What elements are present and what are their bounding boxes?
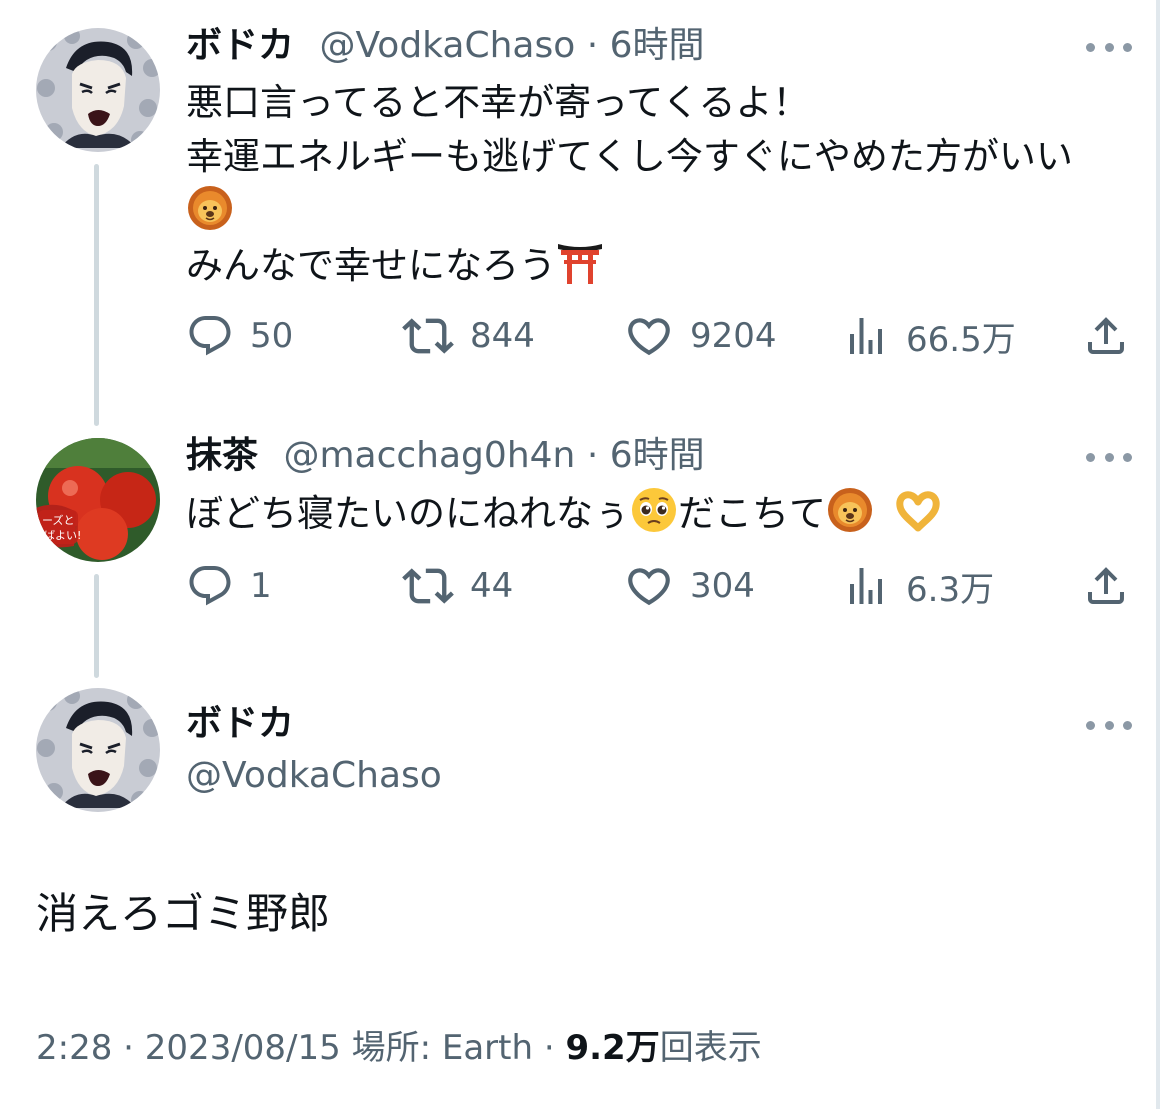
tweet-1-text: 悪口言ってると不幸が寄ってくるよ！ 幸運エネルギーも逃げてくし今すぐにやめた方が… (186, 76, 1073, 293)
tweet-text-span: だこちて (678, 492, 826, 535)
tweet-author-name[interactable]: 抹茶 (186, 435, 258, 476)
lion-emoji-icon (826, 486, 874, 534)
views-label: 回表示 (659, 1028, 762, 1068)
avatar-vodka[interactable] (36, 28, 160, 152)
tweet-time[interactable]: 6時間 (610, 435, 705, 476)
torii-emoji-icon (556, 238, 604, 286)
main-tweet-text: 消えろゴミ野郎 (36, 889, 331, 938)
heart-hands-emoji-icon (892, 486, 944, 534)
avatar-matcha[interactable] (36, 438, 160, 562)
pleading-face-emoji-icon (630, 486, 678, 534)
thread-line (94, 164, 99, 426)
separator: · (123, 1028, 134, 1068)
tweet-1-actions: 50 844 9204 66.5万 (186, 308, 1136, 364)
views-count: 66.5万 (906, 319, 1016, 360)
reply-count: 1 (250, 566, 272, 606)
retweet-count: 844 (470, 316, 535, 356)
like-button[interactable]: 304 (624, 558, 755, 614)
tweet-2-header: 抹茶 @macchag0h4n · 6時間 (186, 434, 705, 478)
lion-emoji-icon (186, 184, 234, 232)
main-author-name[interactable]: ボドカ (186, 703, 294, 744)
tweet-text-line: みんなで幸せになろう (186, 238, 1073, 293)
more-icon[interactable] (1086, 452, 1132, 462)
main-author-name-row: ボドカ (186, 702, 294, 746)
tweet-text-line (186, 184, 1073, 238)
tweet-date[interactable]: 2023/08/15 (145, 1028, 341, 1068)
more-icon[interactable] (1086, 42, 1132, 52)
views-icon (842, 312, 890, 360)
tweet-author-handle[interactable]: @VodkaChaso (319, 25, 575, 66)
avatar-vodka[interactable] (36, 688, 160, 812)
main-author-handle[interactable]: @VodkaChaso (186, 755, 442, 796)
like-button[interactable]: 9204 (624, 308, 777, 364)
reply-button[interactable]: 50 (186, 308, 293, 364)
reply-icon (186, 562, 234, 610)
main-tweet-meta: 2:28 · 2023/08/15 場所: Earth · 9.2万回表示 (36, 1022, 762, 1074)
reply-button[interactable]: 1 (186, 558, 272, 614)
share-icon (1082, 562, 1130, 610)
tweet-time[interactable]: 6時間 (610, 25, 705, 66)
tweet-author-name[interactable]: ボドカ (186, 25, 294, 66)
tweet-time[interactable]: 2:28 (36, 1028, 112, 1068)
avatar-image (36, 28, 160, 152)
separator: · (586, 25, 599, 66)
location-label: 場所: (351, 1028, 432, 1068)
tweet-text-span: ぼどち寝たいのにねれなぅ (186, 492, 630, 535)
like-count: 304 (690, 566, 755, 606)
scrollbar[interactable] (1156, 0, 1160, 1109)
retweet-icon (402, 560, 454, 612)
retweet-count: 44 (470, 566, 514, 606)
like-icon (624, 561, 674, 611)
avatar-image (36, 688, 160, 812)
reply-icon (186, 312, 234, 360)
avatar-image (36, 438, 160, 562)
share-button[interactable] (1082, 308, 1130, 364)
like-count: 9204 (690, 316, 777, 356)
share-icon (1082, 312, 1130, 360)
tweet-text-line: 悪口言ってると不幸が寄ってくるよ！ (186, 81, 810, 124)
tweet-2-text: ぼどち寝たいのにねれなぅ だこちて (186, 486, 944, 541)
views-count: 6.3万 (906, 569, 995, 610)
tweet-1-header: ボドカ @VodkaChaso · 6時間 (186, 24, 705, 68)
separator: · (586, 435, 599, 476)
main-author-handle-row: @VodkaChaso (186, 754, 442, 798)
views-icon (842, 562, 890, 610)
views-button[interactable]: 6.3万 (842, 558, 994, 614)
retweet-button[interactable]: 44 (402, 558, 513, 614)
like-icon (624, 311, 674, 361)
separator: · (543, 1028, 555, 1068)
reply-count: 50 (250, 316, 294, 356)
thread-line (94, 574, 99, 678)
tweet-author-handle[interactable]: @macchag0h4n (283, 435, 575, 476)
views-count: 9.2万 (565, 1028, 660, 1068)
share-button[interactable] (1082, 558, 1130, 614)
retweet-button[interactable]: 844 (402, 308, 535, 364)
location: Earth (441, 1028, 534, 1068)
more-icon[interactable] (1086, 720, 1132, 730)
tweet-text-span: みんなで幸せになろう (186, 244, 556, 287)
retweet-icon (402, 310, 454, 362)
tweet-text-line: 幸運エネルギーも逃げてくし今すぐにやめた方がいい (186, 135, 1073, 178)
views-button[interactable]: 66.5万 (842, 308, 1016, 364)
tweet-2-actions: 1 44 304 6.3万 (186, 558, 1136, 614)
